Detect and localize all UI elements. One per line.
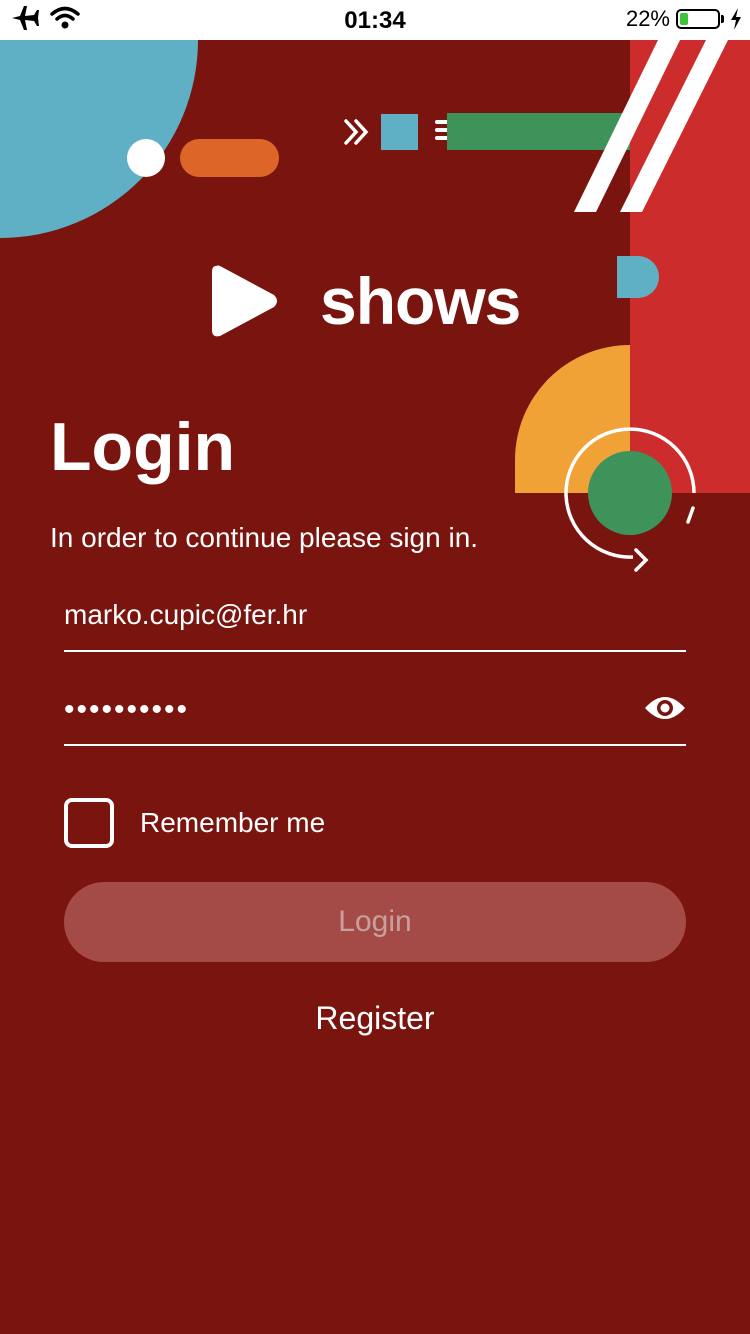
- orange-pill: [180, 139, 279, 177]
- white-ring-tick: [686, 506, 695, 524]
- status-bar: 01:34 22%: [0, 0, 750, 40]
- green-circle: [588, 451, 672, 535]
- app-logo: shows: [210, 262, 521, 340]
- logo-text: shows: [320, 264, 521, 338]
- battery-icon: [676, 9, 720, 29]
- battery-fill: [680, 13, 688, 25]
- battery-tip: [721, 15, 724, 23]
- blue-square: [381, 114, 418, 150]
- email-field-container: [64, 580, 686, 652]
- battery-percent: 22%: [625, 6, 670, 31]
- remember-me-row[interactable]: Remember me: [64, 798, 325, 848]
- double-chevron-icon: [344, 119, 369, 145]
- remember-me-checkbox[interactable]: [64, 798, 114, 848]
- password-field[interactable]: [64, 676, 624, 744]
- blue-d-shape: [617, 256, 659, 298]
- white-ring-arrow: [634, 548, 649, 572]
- page-title: Login: [50, 409, 236, 485]
- password-field-container: [64, 676, 686, 746]
- email-field[interactable]: [64, 580, 624, 650]
- play-icon: [212, 265, 277, 337]
- register-link[interactable]: Register: [0, 1000, 750, 1037]
- remember-me-label: Remember me: [140, 807, 326, 838]
- page-subtitle: In order to continue please sign in.: [50, 522, 479, 553]
- status-right: 22%: [626, 6, 742, 32]
- blue-quarter-circle: [0, 40, 198, 238]
- charging-icon: [731, 8, 741, 30]
- eye-icon[interactable]: [644, 692, 686, 724]
- white-dot: [127, 139, 165, 177]
- login-button[interactable]: Login: [64, 882, 686, 962]
